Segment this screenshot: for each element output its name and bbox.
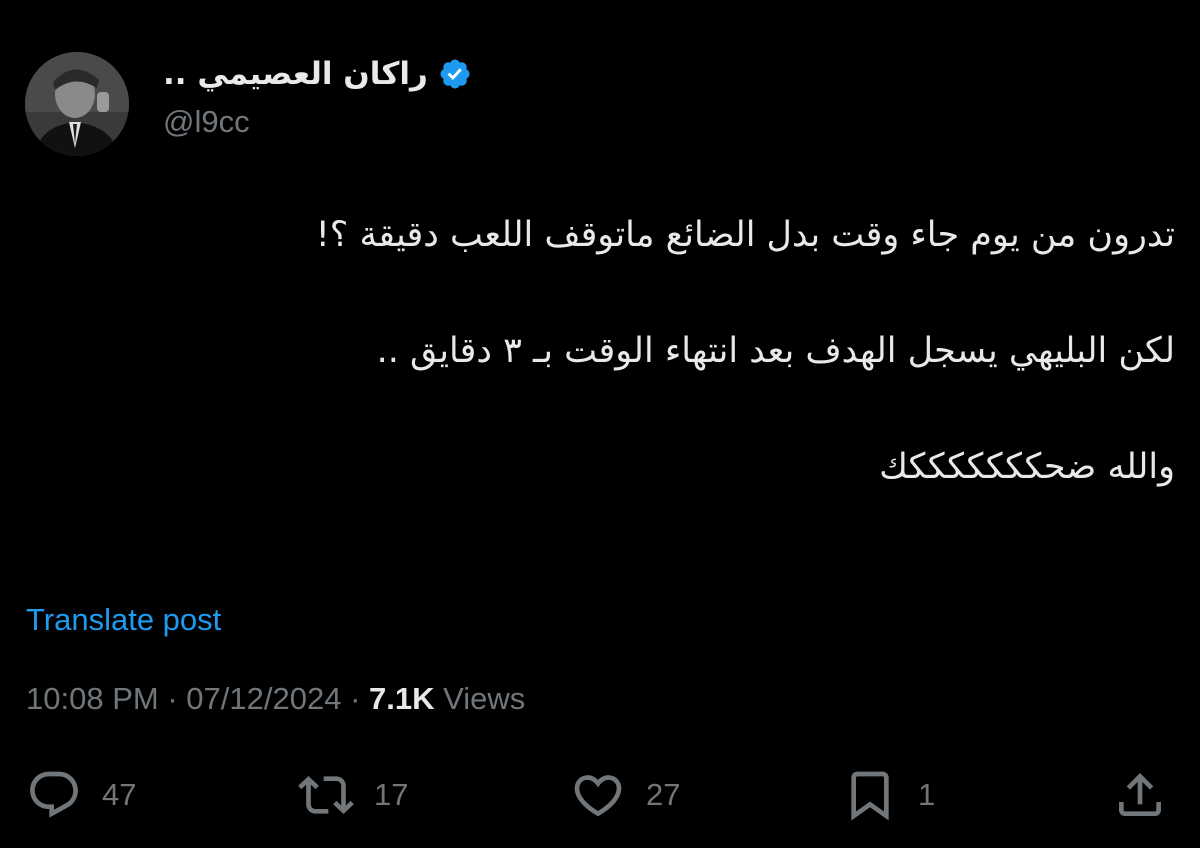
retweet-button[interactable]: 17: [298, 760, 408, 830]
retweet-icon: [298, 776, 354, 814]
reply-count: 47: [102, 777, 137, 812]
user-handle[interactable]: @l9cc: [163, 104, 250, 140]
meta-separator: ·: [350, 681, 361, 716]
heart-icon: [574, 775, 622, 817]
tweet-text: تدرون من يوم جاء وقت بدل الضائع ماتوقف ا…: [35, 205, 1175, 497]
tweet-date[interactable]: 07/12/2024: [186, 681, 341, 716]
bookmark-button[interactable]: 1: [842, 760, 935, 830]
tweet-meta: 10:08 PM · 07/12/2024 · 7.1K Views: [26, 681, 525, 717]
retweet-count: 17: [374, 777, 409, 812]
views-count[interactable]: 7.1K: [369, 681, 434, 716]
action-bar: 47 17 27 1: [0, 760, 1200, 830]
avatar-image: [25, 52, 129, 156]
meta-separator: ·: [167, 681, 178, 716]
tweet-header: راكان العصيمي .. @l9cc: [0, 0, 1200, 170]
reply-button[interactable]: 47: [26, 760, 136, 830]
name-row: راكان العصيمي ..: [163, 52, 472, 96]
bookmark-count: 1: [918, 777, 936, 812]
like-count: 27: [646, 777, 681, 812]
avatar[interactable]: [25, 52, 129, 156]
share-button[interactable]: [1112, 760, 1168, 830]
display-name[interactable]: راكان العصيمي ..: [163, 56, 428, 92]
translate-post-link[interactable]: Translate post: [26, 602, 221, 638]
bookmark-icon: [851, 771, 889, 821]
verified-badge-icon: [438, 57, 472, 91]
tweet-line-3: والله ضحكككككككك: [879, 447, 1175, 487]
reply-icon: [30, 771, 78, 818]
like-button[interactable]: 27: [570, 760, 680, 830]
share-icon: [1119, 773, 1161, 816]
views-label: Views: [443, 681, 526, 716]
tweet-time[interactable]: 10:08 PM: [26, 681, 159, 716]
tweet-line-2: لكن البليهي يسجل الهدف بعد انتهاء الوقت …: [376, 331, 1175, 371]
tweet-line-1: تدرون من يوم جاء وقت بدل الضائع ماتوقف ا…: [315, 215, 1175, 255]
